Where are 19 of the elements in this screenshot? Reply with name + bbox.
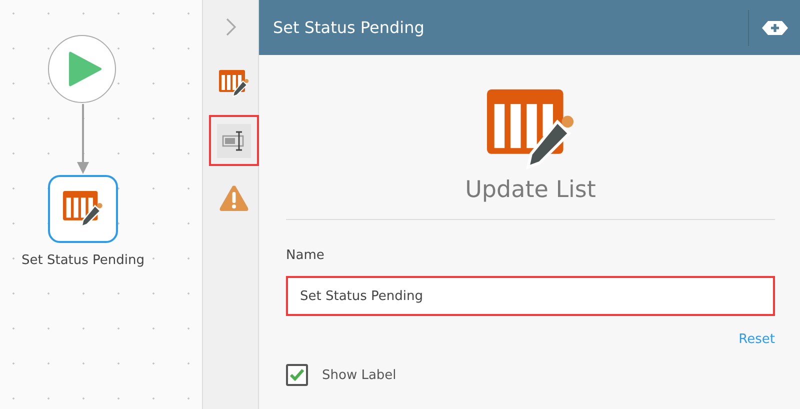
action-node[interactable] bbox=[48, 175, 118, 243]
action-title: Update List bbox=[465, 177, 596, 203]
panel-title: Set Status Pending bbox=[273, 18, 426, 37]
add-icon bbox=[760, 20, 788, 36]
checkbox[interactable] bbox=[286, 364, 308, 386]
connector-arrow bbox=[77, 104, 89, 174]
node-label: Set Status Pending bbox=[20, 253, 146, 268]
check-icon bbox=[289, 368, 305, 382]
play-icon bbox=[67, 49, 103, 89]
list-edit-icon bbox=[63, 191, 103, 227]
warning-icon bbox=[218, 184, 248, 212]
list-edit-icon bbox=[486, 89, 574, 169]
chevron-right-icon bbox=[226, 18, 236, 36]
checkbox-label: Show Label bbox=[322, 368, 396, 382]
text-field-icon bbox=[222, 130, 246, 152]
name-field[interactable]: Set Status Pending bbox=[286, 276, 775, 316]
tool-button[interactable] bbox=[216, 124, 250, 158]
list-edit-icon bbox=[218, 70, 248, 97]
field-label: Name bbox=[286, 248, 326, 263]
